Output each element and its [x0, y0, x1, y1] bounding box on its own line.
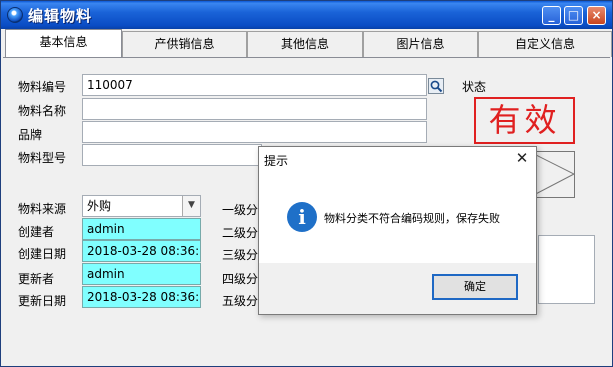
tab-bar: 基本信息 产供销信息 其他信息 图片信息 自定义信息 [1, 29, 612, 58]
close-window-button[interactable]: × [587, 6, 606, 25]
category-level1-label: 一级分 [222, 203, 259, 217]
name-label: 物料名称 [18, 104, 67, 118]
close-icon[interactable]: ✕ [514, 150, 530, 166]
chevron-down-icon[interactable]: ▼ [182, 196, 200, 216]
app-icon [7, 7, 23, 23]
memo-textarea[interactable] [538, 235, 595, 304]
tab-supply-info[interactable]: 产供销信息 [122, 31, 247, 57]
window-title: 编辑物料 [28, 7, 93, 25]
dialog-message: 物料分类不符合编码规则，保存失败 [324, 212, 500, 225]
status-label: 状态 [462, 80, 487, 94]
updated-date-field: 2018-03-28 08:36:39 [82, 286, 201, 308]
source-select-value: 外购 [87, 199, 112, 213]
category-level3-label: 三级分 [222, 248, 259, 262]
updater-label: 更新者 [18, 272, 55, 286]
code-input[interactable]: 110007 [82, 74, 427, 96]
updater-field: admin [82, 263, 201, 285]
code-label: 物料编号 [18, 80, 67, 94]
info-icon: i [287, 202, 317, 232]
status-valid-stamp: 有效 [474, 97, 575, 144]
alert-dialog: 提示 ✕ i 物料分类不符合编码规则，保存失败 确定 [258, 146, 537, 315]
category-level2-label: 二级分 [222, 226, 259, 240]
tab-image-info[interactable]: 图片信息 [363, 31, 478, 57]
dialog-title: 提示 [264, 154, 289, 168]
model-input[interactable] [82, 144, 262, 166]
category-level5-label: 五级分 [222, 294, 259, 308]
minimize-button[interactable]: _ [542, 6, 561, 25]
category-level4-label: 四级分 [222, 272, 259, 286]
dialog-footer: 确定 [259, 263, 536, 314]
created-date-field: 2018-03-28 08:36:39 [82, 240, 201, 262]
tab-basic-info[interactable]: 基本信息 [5, 29, 122, 58]
source-label: 物料来源 [18, 202, 67, 216]
brand-label: 品牌 [18, 128, 43, 142]
created-date-label: 创建日期 [18, 247, 67, 261]
brand-input[interactable] [82, 121, 427, 143]
model-label: 物料型号 [18, 151, 67, 165]
title-bar[interactable]: 编辑物料 _ □ × [1, 1, 612, 29]
search-icon[interactable] [428, 78, 444, 94]
updated-date-label: 更新日期 [18, 294, 67, 308]
creator-field: admin [82, 218, 201, 240]
tab-custom-info[interactable]: 自定义信息 [478, 31, 612, 57]
source-select[interactable]: 外购 ▼ [82, 195, 201, 217]
maximize-button[interactable]: □ [564, 6, 583, 25]
tab-other-info[interactable]: 其他信息 [247, 31, 363, 57]
creator-label: 创建者 [18, 225, 55, 239]
name-input[interactable] [82, 98, 427, 120]
ok-button[interactable]: 确定 [432, 274, 518, 300]
